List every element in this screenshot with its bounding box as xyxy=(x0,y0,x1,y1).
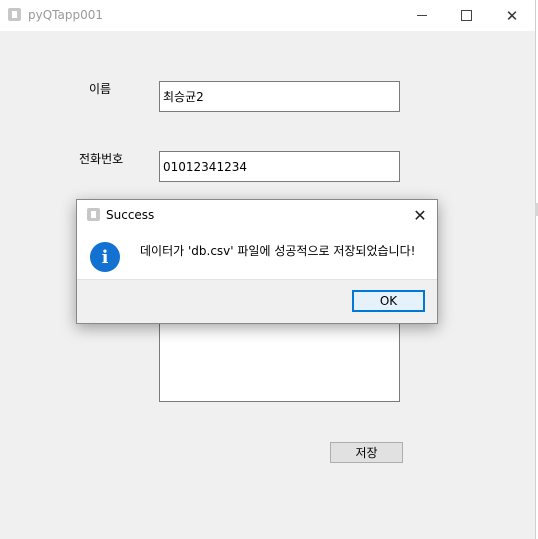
info-icon: i xyxy=(90,242,120,272)
close-icon: ✕ xyxy=(505,6,519,25)
dialog-message: 데이터가 'db.csv' 파일에 성공적으로 저장되었습니다! xyxy=(140,244,416,258)
maximize-icon xyxy=(460,10,472,21)
maximize-button[interactable] xyxy=(444,0,488,31)
close-button[interactable]: ✕ xyxy=(490,0,534,31)
success-dialog: Success ✕ i 데이터가 'db.csv' 파일에 성공적으로 저장되었… xyxy=(76,199,438,324)
minimize-button[interactable] xyxy=(400,0,444,31)
name-input[interactable]: 최승균2 xyxy=(159,81,400,112)
close-icon: ✕ xyxy=(413,205,427,225)
phone-label: 전화번호 xyxy=(79,152,124,166)
dialog-close-button[interactable]: ✕ xyxy=(409,205,431,225)
window-title: pyQTapp001 xyxy=(28,8,103,22)
memo-textarea[interactable] xyxy=(159,318,400,402)
dialog-title-bar[interactable]: Success ✕ xyxy=(77,200,437,230)
title-bar[interactable]: pyQTapp001 ✕ xyxy=(0,0,535,31)
dialog-footer: OK xyxy=(77,279,437,323)
phone-input[interactable]: 01012341234 xyxy=(159,151,400,182)
save-button[interactable]: 저장 xyxy=(330,442,403,463)
app-icon xyxy=(87,208,100,221)
name-label: 이름 xyxy=(89,82,112,96)
minimize-icon xyxy=(417,15,427,16)
app-icon xyxy=(8,8,21,21)
ok-button[interactable]: OK xyxy=(352,290,425,312)
dialog-title: Success xyxy=(106,208,155,222)
